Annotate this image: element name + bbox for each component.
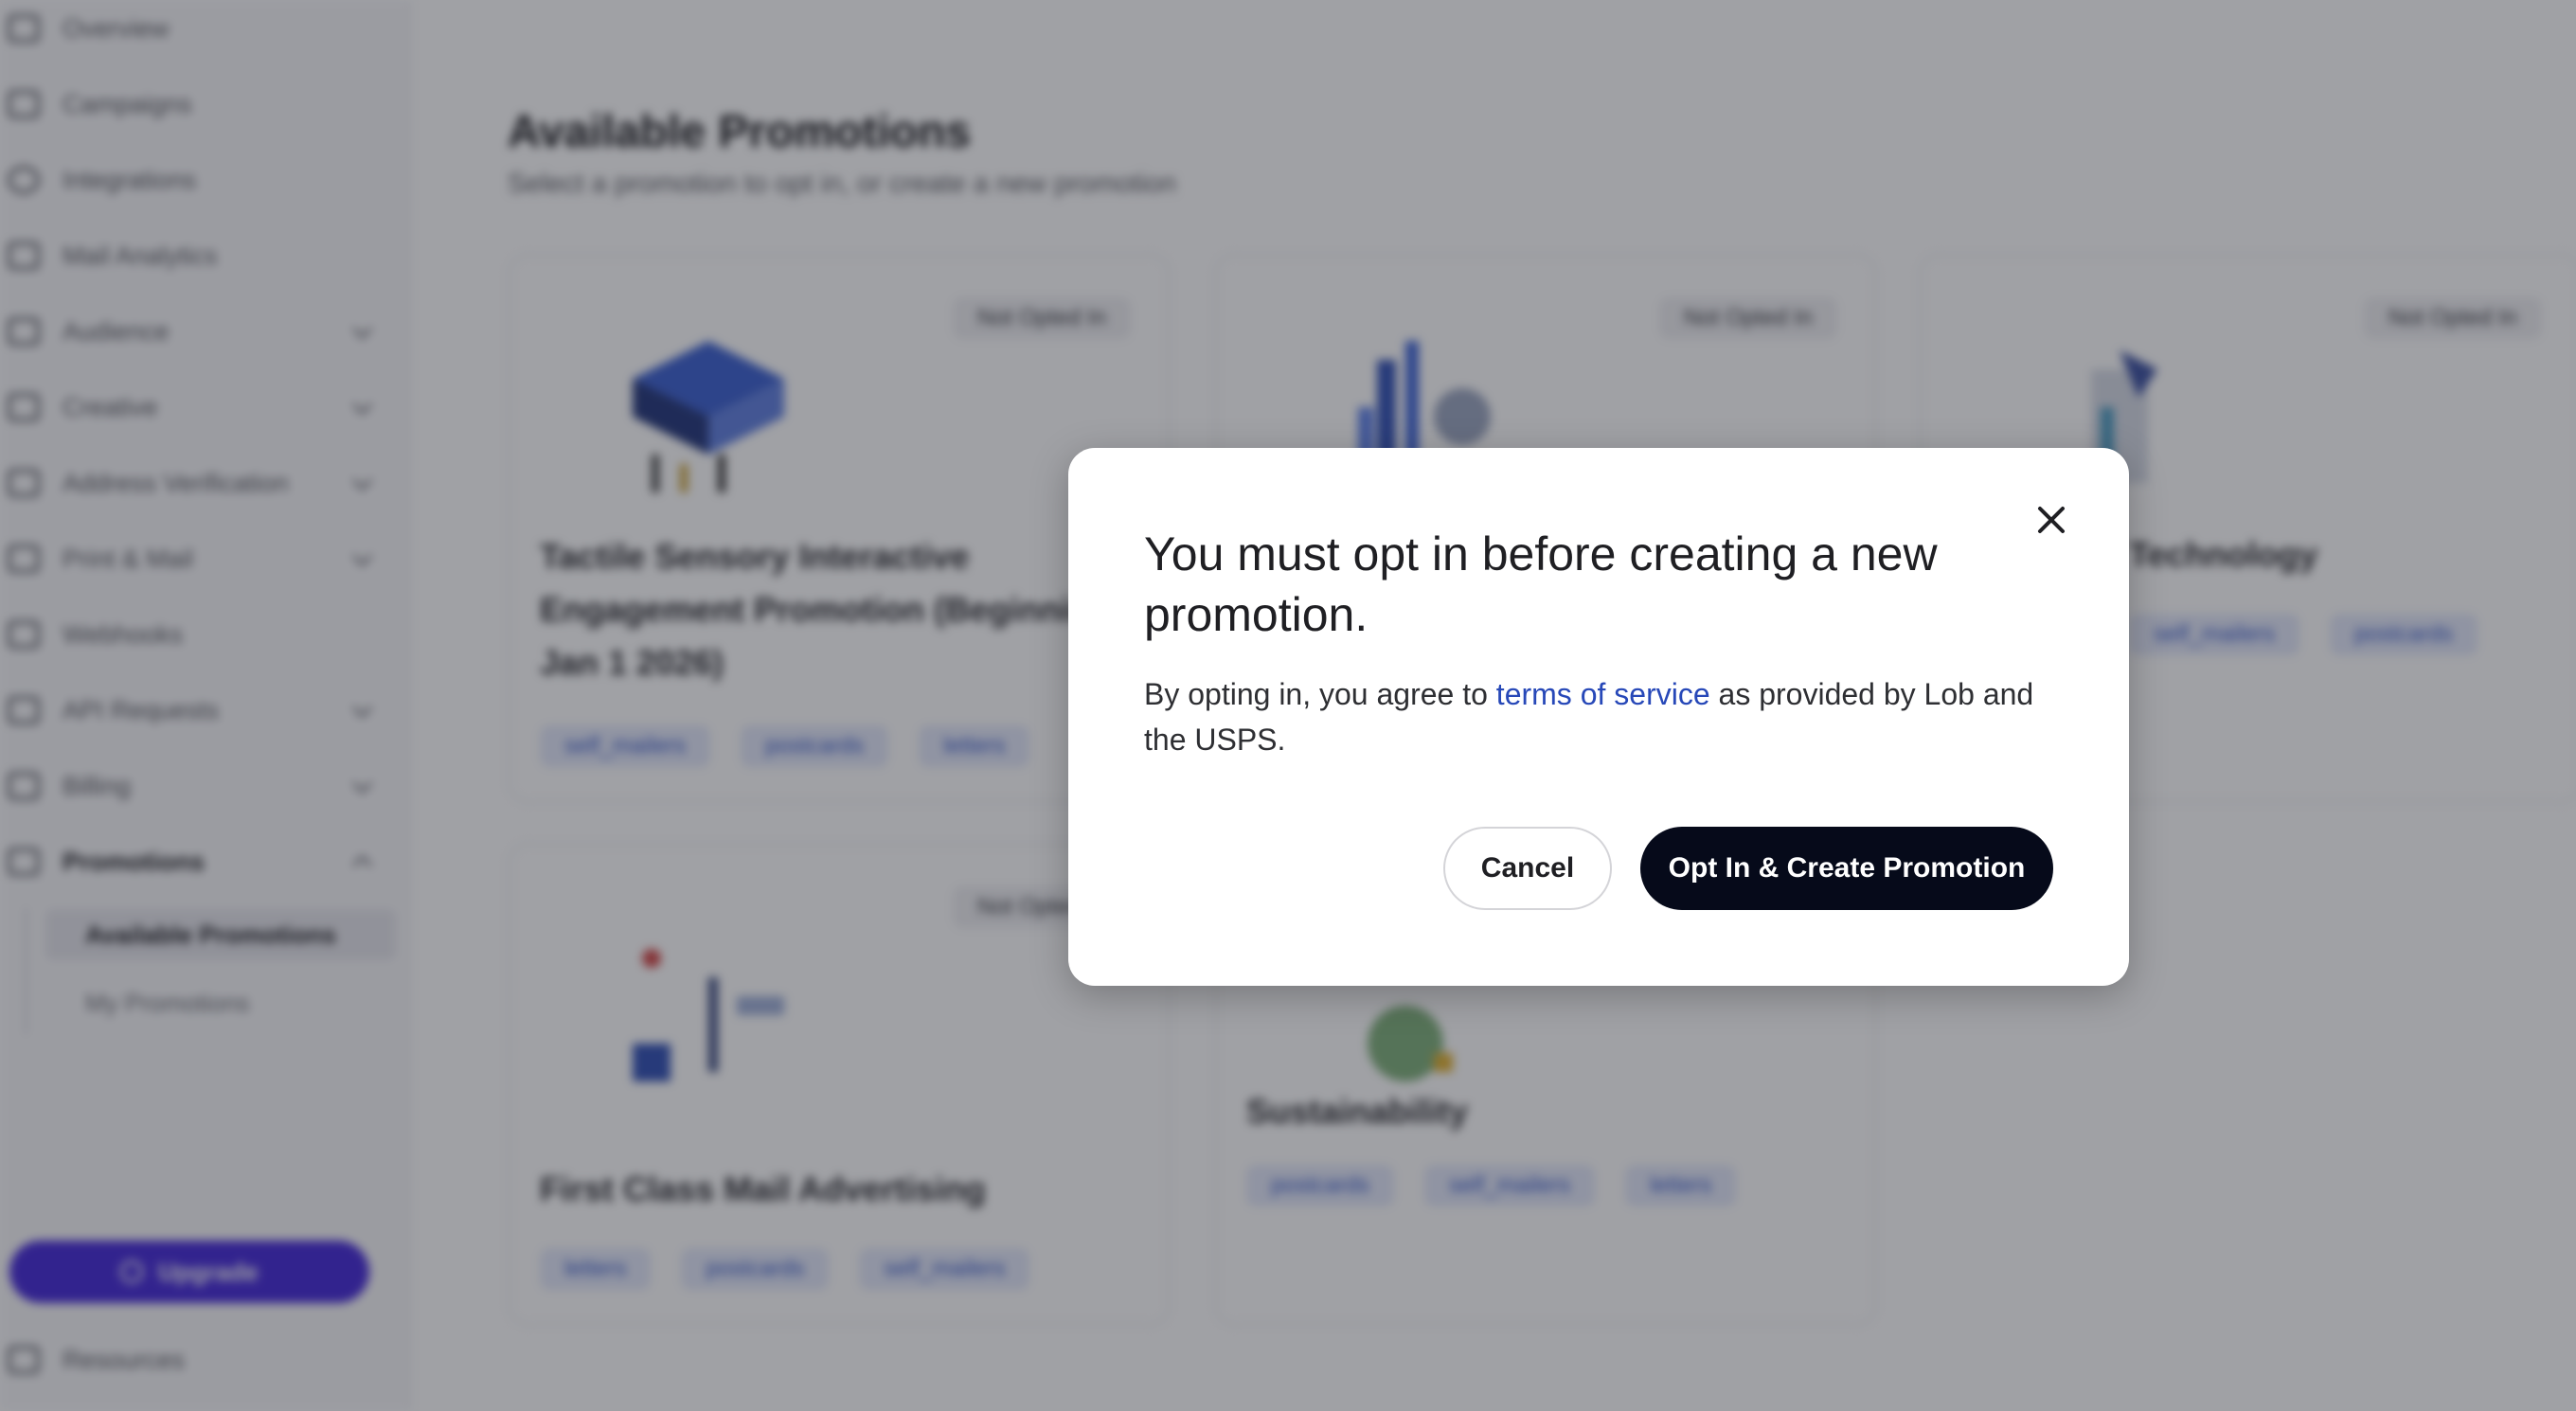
body-text-prefix: By opting in, you agree to	[1144, 677, 1496, 711]
opt-in-create-promotion-button[interactable]: Opt In & Create Promotion	[1640, 827, 2053, 910]
close-button[interactable]	[2027, 495, 2076, 545]
close-icon	[2038, 507, 2065, 533]
terms-of-service-link[interactable]: terms of service	[1496, 677, 1710, 711]
modal-title: You must opt in before creating a new pr…	[1144, 527, 1938, 641]
modal-body: By opting in, you agree to terms of serv…	[1144, 671, 2053, 762]
opt-in-modal: You must opt in before creating a new pr…	[1068, 448, 2129, 986]
cancel-button[interactable]: Cancel	[1443, 827, 1612, 910]
